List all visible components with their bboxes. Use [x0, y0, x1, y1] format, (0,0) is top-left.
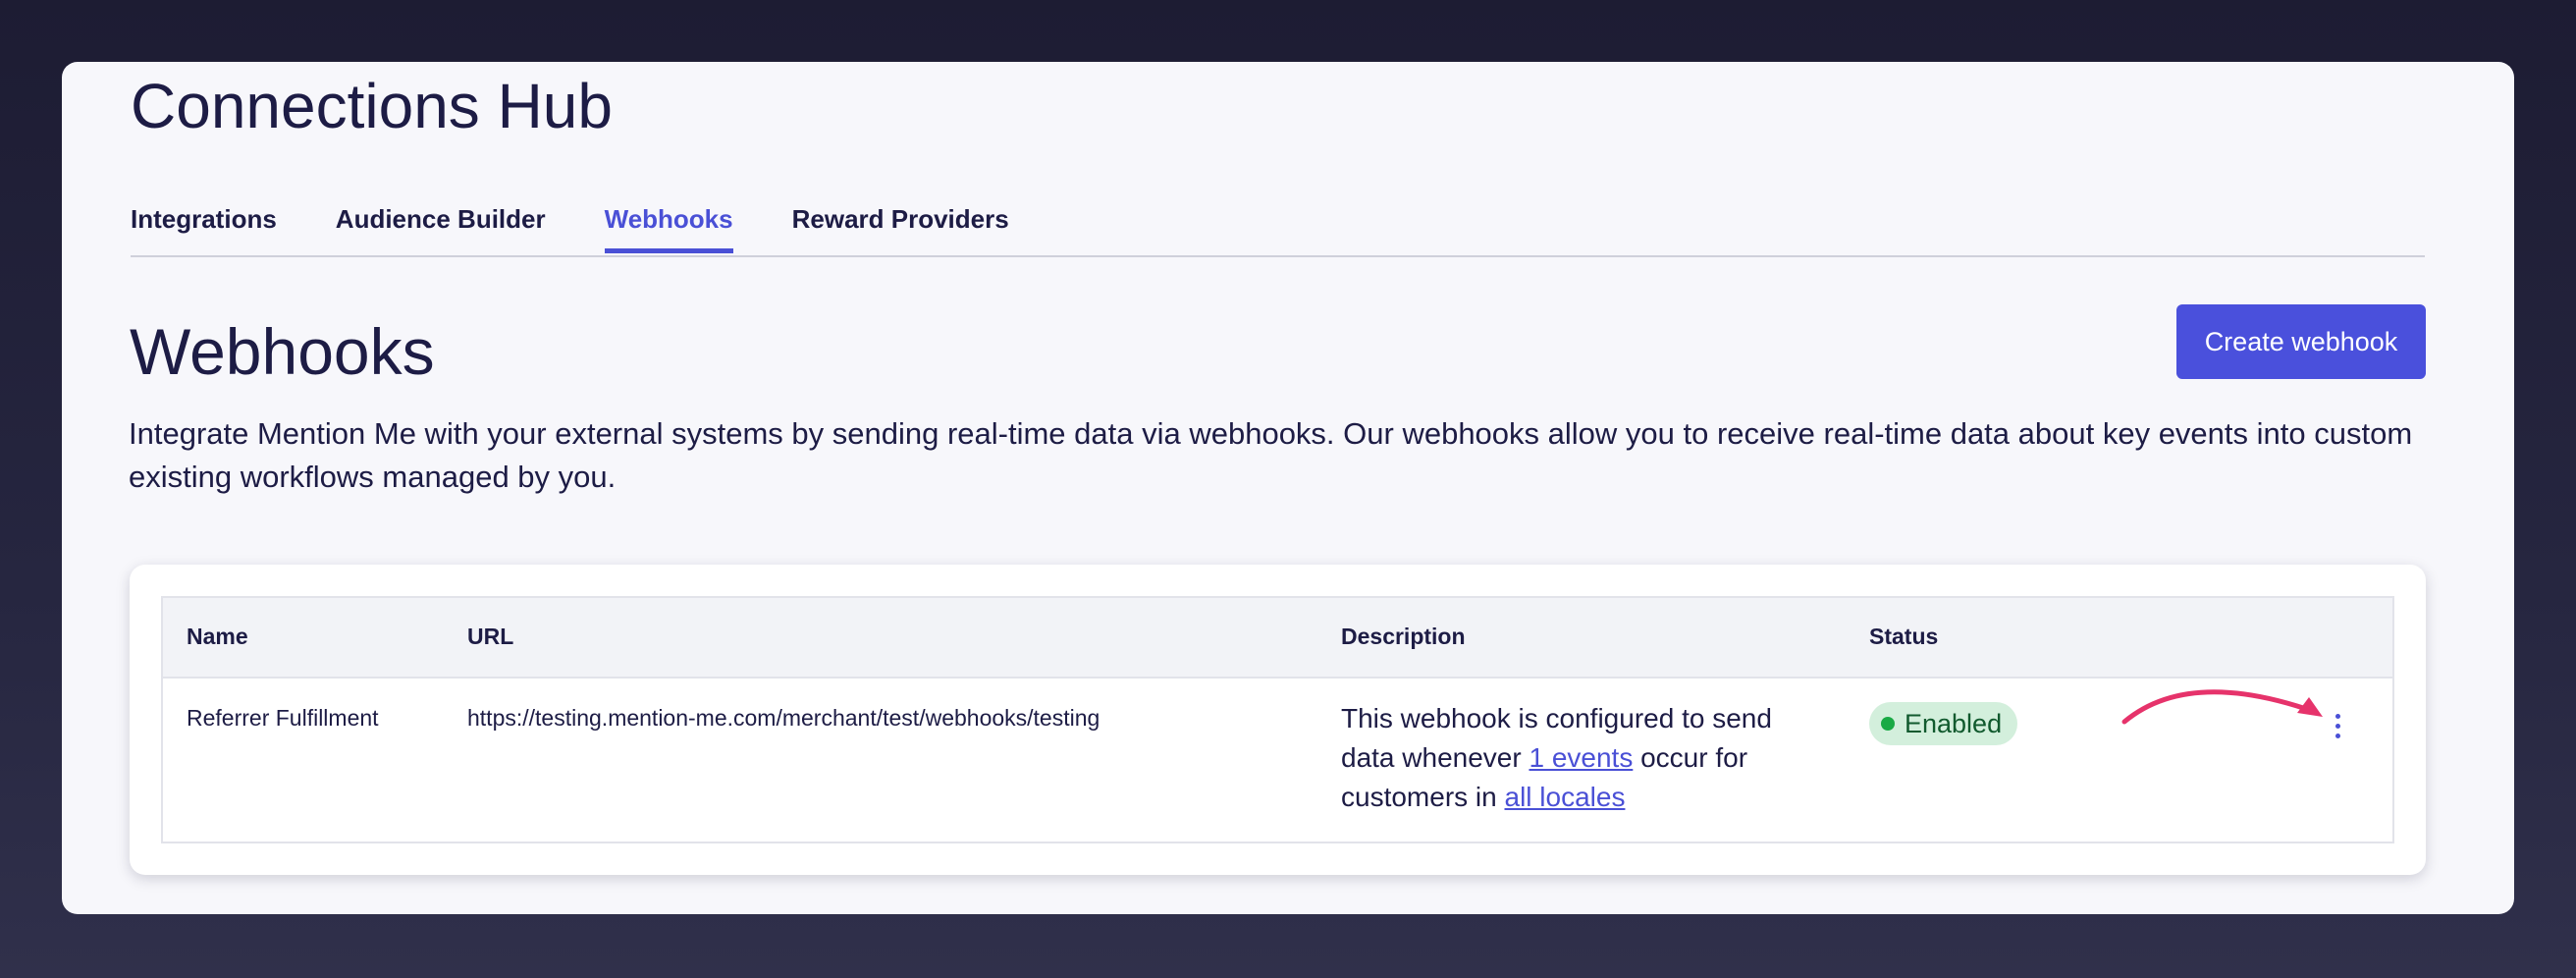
tab-reward-providers[interactable]: Reward Providers — [792, 194, 1009, 253]
curved-arrow-icon — [2121, 689, 2323, 725]
events-link[interactable]: 1 events — [1529, 742, 1633, 773]
status-label: Enabled — [1905, 708, 2003, 738]
tab-audience-builder[interactable]: Audience Builder — [336, 194, 546, 253]
locales-link[interactable]: all locales — [1505, 782, 1626, 812]
column-header-status: Status — [1869, 624, 1939, 649]
page-title: Webhooks — [130, 315, 435, 388]
status-cell: Enabled — [1869, 702, 2018, 745]
tab-bar: Integrations Audience Builder Webhooks R… — [131, 194, 2425, 257]
column-header-name: Name — [187, 624, 248, 649]
webhooks-card: Name URL Description Status Referrer Ful… — [130, 565, 2426, 875]
column-header-description: Description — [1341, 624, 1466, 649]
intro-text: Integrate Mention Me with your external … — [129, 416, 2413, 494]
app-window: Connections Hub Integrations Audience Bu… — [62, 62, 2514, 914]
webhook-name: Referrer Fulfillment — [187, 705, 379, 731]
tab-webhooks[interactable]: Webhooks — [604, 194, 733, 253]
tab-integrations[interactable]: Integrations — [131, 194, 277, 253]
webhook-description: This webhook is configured to send data … — [1341, 699, 1773, 817]
webhook-url: https://testing.mention-me.com/merchant/… — [467, 705, 1100, 731]
column-header-url: URL — [467, 624, 514, 649]
status-dot-icon — [1881, 717, 1895, 731]
hub-title: Connections Hub — [131, 71, 613, 141]
table-header: Name URL Description Status — [163, 598, 2392, 679]
status-badge: Enabled — [1869, 702, 2018, 745]
create-webhook-button[interactable]: Create webhook — [2176, 304, 2426, 379]
webhooks-table: Name URL Description Status Referrer Ful… — [161, 596, 2394, 843]
